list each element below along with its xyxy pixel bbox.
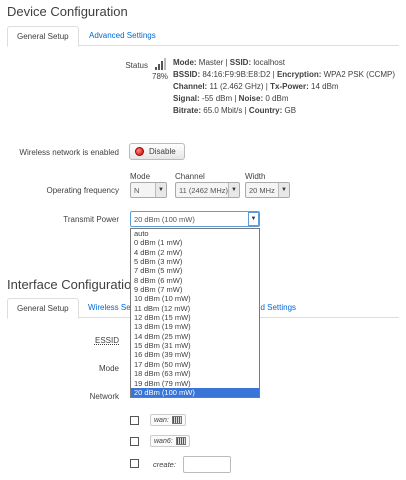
country-value: GB — [284, 106, 297, 115]
ssid-key: SSID: — [229, 58, 252, 67]
signal-key: Signal: — [173, 94, 200, 103]
encryption-key: Encryption: — [276, 70, 322, 79]
device-config-title: Device Configuration — [7, 4, 128, 19]
transmit-power-option[interactable]: 4 dBm (2 mW) — [131, 248, 259, 257]
mode-value: Master — [198, 58, 224, 67]
transmit-power-dropdown[interactable]: auto 0 dBm (1 mW) 4 dBm (2 mW) 5 dBm (3 mW)… — [130, 228, 260, 399]
tab-general-setup[interactable]: General Setup — [7, 26, 79, 47]
transmit-power-option[interactable]: 16 dBm (39 mW) — [131, 350, 259, 359]
noise-key: Noise: — [238, 94, 264, 103]
network-tag-wan6: wan6: — [150, 435, 190, 447]
ssid-value: localhost — [253, 58, 285, 67]
channel-select-value: 11 (2462 MHz) — [179, 185, 229, 195]
network-port-icon — [175, 437, 186, 445]
status-details: Mode: Master | SSID: localhost BSSID: 84… — [173, 57, 395, 117]
transmit-power-option[interactable]: 20 dBm (100 mW) — [131, 387, 259, 398]
transmit-power-option[interactable]: 17 dBm (50 mW) — [131, 360, 259, 369]
channel-key: Channel: — [173, 82, 208, 91]
width-header: Width — [245, 172, 266, 181]
country-key: Country: — [248, 106, 283, 115]
txpower-key: Tx-Power: — [270, 82, 309, 91]
transmit-power-label: Transmit Power — [63, 215, 119, 224]
status-line-mode: Mode: Master | SSID: localhost — [173, 58, 285, 67]
network-name-wan6: wan6: — [154, 437, 173, 445]
transmit-power-select[interactable]: 20 dBm (100 mW) ▼ — [130, 211, 260, 227]
status-line-signal: Signal: -55 dBm | Noise: 0 dBm — [173, 94, 289, 103]
transmit-power-option[interactable]: 13 dBm (19 mW) — [131, 322, 259, 331]
mode-header: Mode — [130, 172, 151, 181]
channel-header: Channel — [175, 172, 205, 181]
transmit-power-option[interactable]: auto — [131, 229, 259, 238]
transmit-power-value: 20 dBm (100 mW) — [134, 214, 195, 224]
transmit-power-option[interactable]: 0 dBm (1 mW) — [131, 238, 259, 247]
essid-label: ESSID — [94, 336, 119, 345]
status-line-bssid: BSSID: 84:16:F9:9B:E8:D2 | Encryption: W… — [173, 70, 396, 79]
wireless-enabled-label: Wireless network is enabled — [19, 148, 119, 157]
status-line-bitrate: Bitrate: 65.0 Mbit/s | Country: GB — [173, 106, 297, 115]
transmit-power-option[interactable]: 8 dBm (6 mW) — [131, 276, 259, 285]
bitrate-key: Bitrate: — [173, 106, 202, 115]
channel-select[interactable]: 11 (2462 MHz) ▼ — [175, 182, 240, 198]
mode-select[interactable]: N ▼ — [130, 182, 167, 198]
interface-config-title: Interface Configuration — [7, 277, 139, 292]
disable-icon — [135, 147, 144, 156]
chevron-down-icon: ▼ — [278, 183, 289, 197]
status-line-channel: Channel: 11 (2.462 GHz) | Tx-Power: 14 d… — [173, 82, 339, 91]
bitrate-value: 65.0 Mbit/s — [203, 106, 243, 115]
width-select-value: 20 MHz — [249, 185, 275, 195]
transmit-power-option[interactable]: 7 dBm (5 mW) — [131, 266, 259, 275]
channel-value: 11 (2.462 GHz) — [209, 82, 264, 91]
network-checkbox-wan6[interactable] — [130, 437, 139, 446]
create-network-input[interactable] — [183, 456, 231, 473]
mode-key: Mode: — [173, 58, 197, 67]
transmit-power-option[interactable]: 18 dBm (63 mW) — [131, 369, 259, 378]
transmit-power-option[interactable]: 9 dBm (7 mW) — [131, 285, 259, 294]
signal-strength-icon — [154, 57, 168, 71]
chevron-down-icon: ▼ — [228, 183, 239, 197]
status-label: Status — [125, 61, 148, 70]
bssid-value: 84:16:F9:9B:E8:D2 — [202, 70, 271, 79]
transmit-power-option[interactable]: 14 dBm (25 mW) — [131, 332, 259, 341]
tab-interface-general[interactable]: General Setup — [7, 298, 79, 319]
disable-button-label: Disable — [149, 147, 176, 156]
signal-value: -55 dBm — [201, 94, 233, 103]
noise-value: 0 dBm — [265, 94, 289, 103]
width-select[interactable]: 20 MHz ▼ — [245, 182, 290, 198]
transmit-power-option[interactable]: 5 dBm (3 mW) — [131, 257, 259, 266]
transmit-power-option[interactable]: 10 dBm (10 mW) — [131, 294, 259, 303]
tab-advanced-settings[interactable]: Advanced Settings — [80, 26, 165, 45]
network-tag-wan: wan: — [150, 414, 186, 426]
create-label: create: — [153, 460, 176, 469]
encryption-value: WPA2 PSK (CCMP) — [323, 70, 396, 79]
network-name-wan: wan: — [154, 416, 169, 424]
chevron-down-icon: ▼ — [248, 212, 259, 226]
transmit-power-option[interactable]: 12 dBm (15 mW) — [131, 313, 259, 322]
network-label: Network — [89, 392, 119, 401]
mode-label: Mode — [98, 364, 119, 373]
transmit-power-option[interactable]: 15 dBm (31 mW) — [131, 341, 259, 350]
mode-select-value: N — [134, 185, 140, 195]
bssid-key: BSSID: — [173, 70, 201, 79]
network-checkbox-create[interactable] — [130, 459, 139, 468]
transmit-power-option[interactable]: 19 dBm (79 mW) — [131, 379, 259, 388]
operating-frequency-label: Operating frequency — [46, 186, 120, 195]
txpower-value: 14 dBm — [311, 82, 339, 91]
signal-percent: 78% — [152, 72, 169, 81]
network-checkbox-wan[interactable] — [130, 416, 139, 425]
network-port-icon — [171, 416, 182, 424]
disable-button[interactable]: Disable — [129, 143, 185, 160]
transmit-power-option[interactable]: 11 dBm (12 mW) — [131, 304, 259, 313]
chevron-down-icon: ▼ — [155, 183, 166, 197]
